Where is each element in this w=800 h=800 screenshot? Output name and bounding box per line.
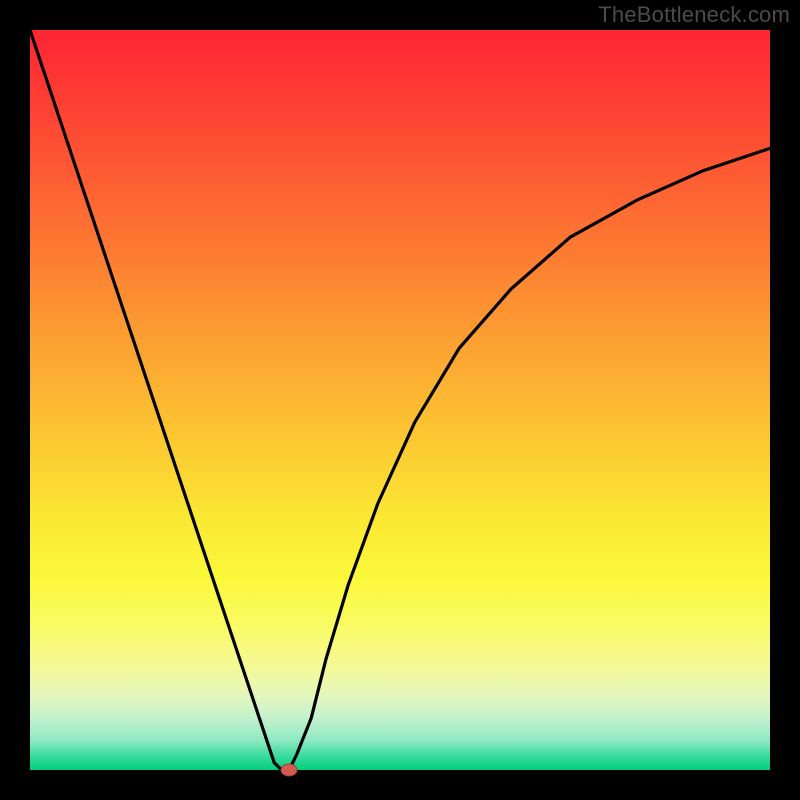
plot-area (30, 30, 770, 770)
bottleneck-curve (30, 30, 770, 770)
chart-svg (30, 30, 770, 770)
chart-frame: TheBottleneck.com (0, 0, 800, 800)
watermark-text: TheBottleneck.com (598, 2, 790, 28)
min-point-marker (281, 764, 297, 776)
